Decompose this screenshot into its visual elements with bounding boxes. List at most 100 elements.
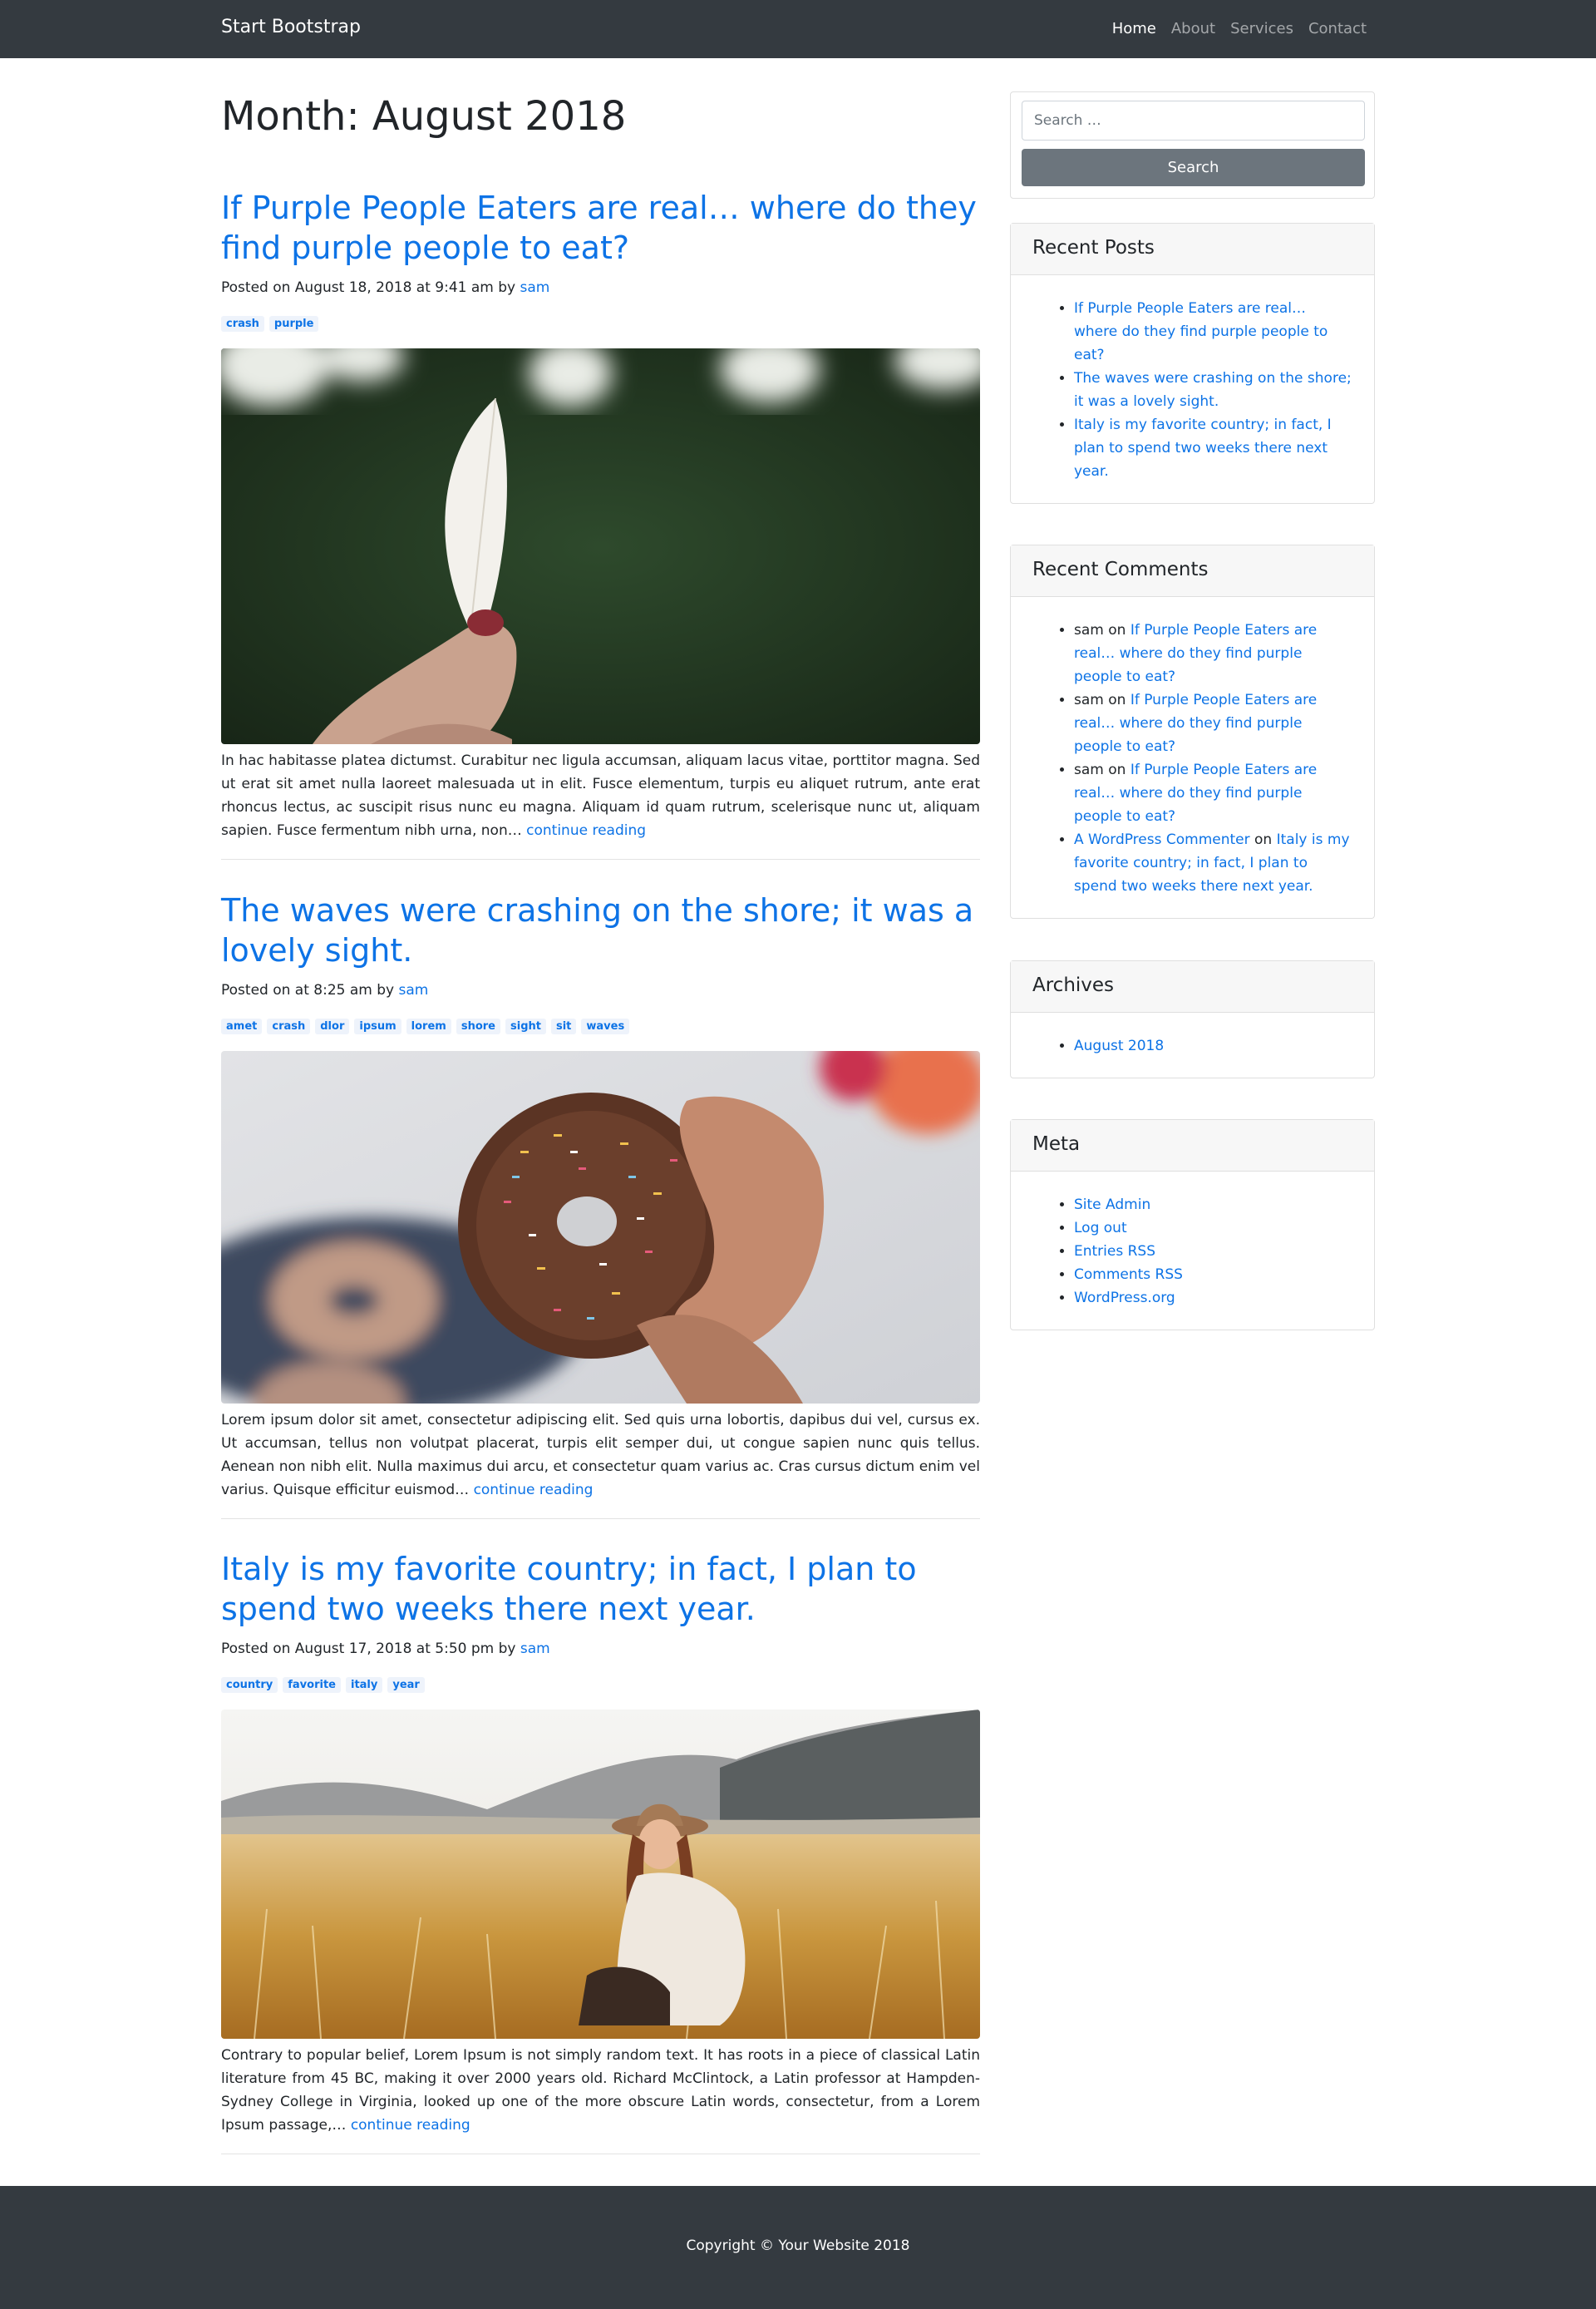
comment-on: on xyxy=(1249,831,1277,848)
tag-link[interactable]: crash xyxy=(221,316,264,332)
footer: Copyright © Your Website 2018 xyxy=(0,2186,1596,2309)
tag-link[interactable]: dlor xyxy=(315,1019,350,1034)
post-divider xyxy=(221,859,980,860)
tag-link[interactable]: ipsum xyxy=(354,1019,401,1034)
list-item: August 2018 xyxy=(1074,1034,1352,1058)
log-out-link[interactable]: Log out xyxy=(1074,1220,1127,1236)
tag-link[interactable]: crash xyxy=(267,1019,311,1034)
list-item: Italy is my favorite country; in fact, I… xyxy=(1074,413,1352,483)
search-widget: Search xyxy=(1010,91,1375,199)
list-item: A WordPress Commenter on Italy is my fav… xyxy=(1074,828,1352,898)
post-excerpt: Contrary to popular belief, Lorem Ipsum … xyxy=(221,2044,980,2137)
comment-on: on xyxy=(1103,762,1130,778)
search-input[interactable] xyxy=(1022,101,1365,141)
post-article: If Purple People Eaters are real… where … xyxy=(221,188,980,860)
comment-author: sam xyxy=(1074,762,1104,778)
post-date: Posted on at 8:25 am by xyxy=(221,982,399,999)
tag-link[interactable]: shore xyxy=(456,1019,500,1034)
feather-photo[interactable] xyxy=(221,348,980,744)
recent-post-link[interactable]: The waves were crashing on the shore; it… xyxy=(1074,370,1352,410)
navbar: Start Bootstrap Home About Services Cont… xyxy=(0,0,1596,58)
tag-list: country favorite italy year xyxy=(221,1677,980,1693)
list-item: sam on If Purple People Eaters are real…… xyxy=(1074,758,1352,828)
archives-widget: Archives August 2018 xyxy=(1010,960,1375,1078)
list-item: Entries RSS xyxy=(1074,1240,1352,1263)
wordpress-org-link[interactable]: WordPress.org xyxy=(1074,1290,1175,1306)
recent-comments-list: sam on If Purple People Eaters are real…… xyxy=(1074,619,1352,898)
site-admin-link[interactable]: Site Admin xyxy=(1074,1196,1150,1213)
field-photo[interactable] xyxy=(221,1710,980,2039)
post-title-link[interactable]: The waves were crashing on the shore; it… xyxy=(221,891,980,970)
continue-reading-link[interactable]: continue reading xyxy=(526,822,646,839)
widget-title: Recent Comments xyxy=(1011,545,1374,597)
list-item: The waves were crashing on the shore; it… xyxy=(1074,367,1352,413)
comments-rss-link[interactable]: Comments RSS xyxy=(1074,1266,1183,1283)
recent-post-link[interactable]: If Purple People Eaters are real… where … xyxy=(1074,300,1328,363)
meta-list: Site Admin Log out Entries RSS Comments … xyxy=(1074,1193,1352,1310)
archives-list: August 2018 xyxy=(1074,1034,1352,1058)
post-date: Posted on August 17, 2018 at 5:50 pm by xyxy=(221,1640,520,1657)
recent-posts-widget: Recent Posts If Purple People Eaters are… xyxy=(1010,223,1375,504)
recent-posts-list: If Purple People Eaters are real… where … xyxy=(1074,297,1352,483)
widget-title: Archives xyxy=(1011,961,1374,1013)
nav-item-contact[interactable]: Contact xyxy=(1308,20,1367,37)
tag-link[interactable]: sit xyxy=(550,1019,577,1034)
post-article: The waves were crashing on the shore; it… xyxy=(221,891,980,1519)
list-item: WordPress.org xyxy=(1074,1286,1352,1310)
tag-list: amet crash dlor ipsum lorem shore sight … xyxy=(221,1019,980,1034)
post-divider xyxy=(221,1518,980,1519)
post-excerpt: Lorem ipsum dolor sit amet, consectetur … xyxy=(221,1409,980,1502)
continue-reading-link[interactable]: continue reading xyxy=(351,2117,470,2134)
comment-author: sam xyxy=(1074,692,1104,708)
continue-reading-link[interactable]: continue reading xyxy=(474,1482,594,1498)
post-title-link[interactable]: If Purple People Eaters are real… where … xyxy=(221,188,980,268)
list-item: sam on If Purple People Eaters are real…… xyxy=(1074,619,1352,688)
tag-link[interactable]: italy xyxy=(345,1677,383,1693)
tag-link[interactable]: favorite xyxy=(283,1677,341,1693)
entries-rss-link[interactable]: Entries RSS xyxy=(1074,1243,1155,1260)
tag-link[interactable]: purple xyxy=(268,316,319,332)
list-item: Comments RSS xyxy=(1074,1263,1352,1286)
nav-menu: Home About Services Contact xyxy=(1097,20,1367,37)
recent-comments-widget: Recent Comments sam on If Purple People … xyxy=(1010,545,1375,919)
list-item: Site Admin xyxy=(1074,1193,1352,1216)
tag-list: crash purple xyxy=(221,316,980,332)
page-title: Month: August 2018 xyxy=(221,93,627,140)
copyright-text: Copyright © Your Website 2018 xyxy=(686,2237,910,2254)
post-meta: Posted on August 17, 2018 at 5:50 pm by … xyxy=(221,1640,980,1657)
comment-on: on xyxy=(1103,622,1130,639)
tag-link[interactable]: waves xyxy=(581,1019,630,1034)
author-link[interactable]: sam xyxy=(520,1640,550,1657)
search-button[interactable]: Search xyxy=(1022,149,1365,186)
widget-title: Recent Posts xyxy=(1011,224,1374,275)
nav-item-about[interactable]: About xyxy=(1171,20,1215,37)
post-meta: Posted on August 18, 2018 at 9:41 am by … xyxy=(221,279,980,296)
post-excerpt: In hac habitasse platea dictumst. Curabi… xyxy=(221,749,980,842)
tag-link[interactable]: amet xyxy=(221,1019,263,1034)
meta-widget: Meta Site Admin Log out Entries RSS Comm… xyxy=(1010,1119,1375,1330)
comment-author: sam xyxy=(1074,622,1104,639)
comment-on: on xyxy=(1103,692,1130,708)
comment-author-link[interactable]: A WordPress Commenter xyxy=(1074,831,1250,848)
post-title-link[interactable]: Italy is my favorite country; in fact, I… xyxy=(221,1549,980,1629)
list-item: Log out xyxy=(1074,1216,1352,1240)
widget-title: Meta xyxy=(1011,1120,1374,1172)
donut-photo[interactable] xyxy=(221,1051,980,1404)
post-meta: Posted on at 8:25 am by sam xyxy=(221,982,980,999)
list-item: If Purple People Eaters are real… where … xyxy=(1074,297,1352,367)
post-date: Posted on August 18, 2018 at 9:41 am by xyxy=(221,279,520,296)
archive-link[interactable]: August 2018 xyxy=(1074,1038,1164,1054)
tag-link[interactable]: sight xyxy=(505,1019,546,1034)
excerpt-text: Contrary to popular belief, Lorem Ipsum … xyxy=(221,2047,980,2134)
nav-item-home[interactable]: Home xyxy=(1112,20,1156,37)
recent-post-link[interactable]: Italy is my favorite country; in fact, I… xyxy=(1074,417,1332,480)
nav-item-services[interactable]: Services xyxy=(1230,20,1293,37)
excerpt-text: Lorem ipsum dolor sit amet, consectetur … xyxy=(221,1412,980,1498)
tag-link[interactable]: year xyxy=(387,1677,425,1693)
tag-link[interactable]: lorem xyxy=(406,1019,451,1034)
post-article: Italy is my favorite country; in fact, I… xyxy=(221,1549,980,2154)
author-link[interactable]: sam xyxy=(399,982,429,999)
tag-link[interactable]: country xyxy=(221,1677,278,1693)
brand-link[interactable]: Start Bootstrap xyxy=(221,17,361,37)
author-link[interactable]: sam xyxy=(520,279,550,296)
